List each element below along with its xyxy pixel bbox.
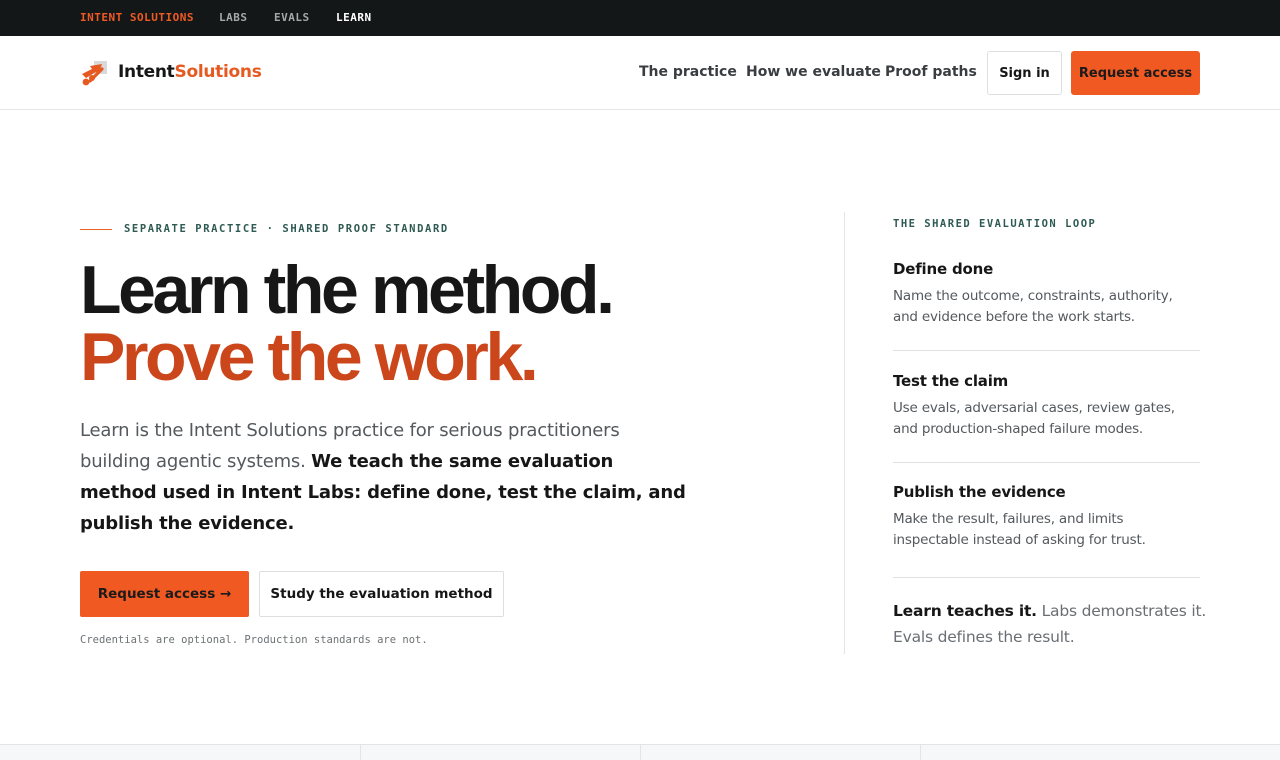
topbar-link-intent-solutions[interactable]: INTENT SOLUTIONS bbox=[80, 11, 194, 24]
brand-wordmark-solutions: Solutions bbox=[174, 62, 262, 82]
panel-closing-statement: Learn teaches it. Labs demonstrates it. … bbox=[893, 598, 1213, 650]
hero-note: Credentials are optional. Production sta… bbox=[80, 634, 428, 646]
eyebrow-rule bbox=[80, 229, 112, 230]
closing-strong: Learn teaches it. bbox=[893, 602, 1037, 620]
loop-step-define-done: Define done Name the outcome, constraint… bbox=[893, 260, 1200, 328]
hero-lead: Learn is the Intent Solutions practice f… bbox=[80, 415, 690, 539]
loop-step-test-the-claim: Test the claim Use evals, adversarial ca… bbox=[893, 372, 1200, 440]
nav-link-proof-paths[interactable]: Proof paths bbox=[885, 64, 977, 80]
arrow-mark-icon[interactable] bbox=[80, 59, 108, 87]
topbar-link-labs[interactable]: LABS bbox=[219, 11, 248, 24]
strip-divider bbox=[920, 745, 921, 760]
study-evaluation-method-button[interactable]: Study the evaluation method bbox=[259, 571, 504, 617]
strip-divider bbox=[640, 745, 641, 760]
loop-step-publish-the-evidence: Publish the evidence Make the result, fa… bbox=[893, 483, 1200, 551]
loop-step-title: Publish the evidence bbox=[893, 483, 1066, 501]
next-section-strip bbox=[0, 744, 1280, 760]
loop-step-desc: Name the outcome, constraints, authority… bbox=[893, 288, 1173, 325]
sign-in-button[interactable]: Sign in bbox=[987, 51, 1062, 95]
loop-step-desc: Use evals, adversarial cases, review gat… bbox=[893, 400, 1175, 437]
site-header: IntentSolutions The practice How we eval… bbox=[0, 36, 1280, 110]
panel-divider bbox=[893, 577, 1200, 578]
nav-link-the-practice[interactable]: The practice bbox=[639, 64, 737, 80]
panel-divider bbox=[893, 350, 1200, 351]
loop-step-title: Test the claim bbox=[893, 372, 1009, 390]
panel-divider bbox=[893, 462, 1200, 463]
loop-step-title: Define done bbox=[893, 260, 994, 278]
panel-title: THE SHARED EVALUATION LOOP bbox=[893, 218, 1097, 230]
top-utility-bar: INTENT SOLUTIONS LABS EVALS LEARN bbox=[0, 0, 1280, 36]
hero-eyebrow: SEPARATE PRACTICE · SHARED PROOF STANDAR… bbox=[124, 223, 449, 235]
loop-step-desc: Make the result, failures, and limits in… bbox=[893, 511, 1146, 548]
column-divider bbox=[844, 212, 845, 654]
hero-title-line-1: Learn the method. bbox=[80, 252, 615, 328]
strip-divider bbox=[360, 745, 361, 760]
hero-title-line-2: Prove the work. bbox=[80, 319, 539, 395]
hero-request-access-button[interactable]: Request access → bbox=[80, 571, 249, 617]
nav-link-how-we-evaluate[interactable]: How we evaluate bbox=[746, 64, 881, 80]
brand-wordmark[interactable]: IntentSolutions bbox=[118, 62, 262, 82]
topbar-link-learn[interactable]: LEARN bbox=[336, 11, 372, 24]
request-access-button[interactable]: Request access bbox=[1071, 51, 1200, 95]
brand-wordmark-intent: Intent bbox=[118, 62, 175, 82]
topbar-link-evals[interactable]: EVALS bbox=[274, 11, 310, 24]
